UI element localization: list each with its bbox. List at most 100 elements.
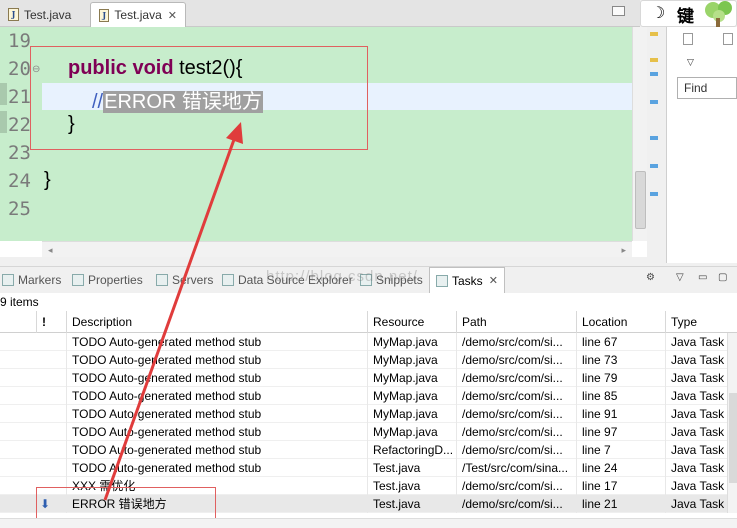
table-row[interactable]: TODO Auto-generated method stub MyMap.jav… [0, 423, 737, 441]
line-number: 25 [8, 198, 31, 220]
cell-location: line 67 [576, 333, 665, 351]
column-header-priority[interactable]: ! [36, 311, 66, 333]
new-task-icon[interactable] [683, 33, 693, 45]
cell-type: Java Task [665, 333, 727, 351]
line-number: 20 [8, 58, 31, 80]
table-row[interactable]: TODO Auto-generated method stub MyMap.jav… [0, 351, 737, 369]
code-line-24: } [44, 169, 51, 192]
table-row[interactable]: TODO Auto-generated method stub MyMap.jav… [0, 405, 737, 423]
plant-decoration-icon [705, 1, 732, 27]
cell-type: Java Task [665, 495, 727, 513]
moon-icon: ☽ [651, 5, 666, 22]
editor-tab-test-java-1[interactable]: J Test.java [0, 2, 88, 27]
cell-resource: MyMap.java [367, 333, 456, 351]
cell-type: Java Task [665, 405, 727, 423]
tab-markers[interactable]: Markers [2, 267, 61, 293]
tab-label: Tasks [452, 273, 483, 288]
editor-tab-test-java-active[interactable]: J Test.java ✕ [90, 2, 186, 27]
table-horizontal-scrollbar[interactable] [0, 518, 737, 528]
overview-ruler-mark[interactable] [650, 58, 658, 62]
cell-resource: MyMap.java [367, 423, 456, 441]
line-number: 21 [8, 86, 31, 108]
annotation-box-code [30, 46, 368, 150]
cell-location: line 79 [576, 369, 665, 387]
cell-path: /Test/src/com/sina... [456, 459, 576, 477]
tab-label: Test.java [114, 8, 162, 22]
database-icon [222, 274, 234, 286]
markers-icon [2, 274, 14, 286]
minimize-icon[interactable]: ▭ [698, 272, 707, 283]
minimize-button[interactable] [612, 6, 625, 16]
cell-resource: MyMap.java [367, 369, 456, 387]
cell-type: Java Task [665, 387, 727, 405]
tasks-icon [436, 274, 448, 287]
table-vertical-scrollbar[interactable] [727, 333, 737, 513]
table-row[interactable]: TODO Auto-generated method stub Refactori… [0, 441, 737, 459]
table-row[interactable]: TODO Auto-generated method stub MyMap.jav… [0, 387, 737, 405]
tab-tasks[interactable]: Tasks ✕ [429, 267, 505, 293]
overview-ruler-mark[interactable] [650, 164, 658, 168]
cell-description: TODO Auto-generated method stub [66, 333, 367, 351]
cell-description: TODO Auto-generated method stub [66, 423, 367, 441]
overview-ruler-mark[interactable] [650, 136, 658, 140]
cell-resource: Test.java [367, 459, 456, 477]
cell-location: line 24 [576, 459, 665, 477]
overview-ruler-mark[interactable] [650, 32, 658, 36]
cell-type: Java Task [665, 351, 727, 369]
cell-type: Java Task [665, 369, 727, 387]
tab-servers[interactable]: Servers [156, 267, 213, 293]
editor-vertical-scrollbar[interactable] [632, 27, 647, 241]
tab-label: Test.java [24, 7, 72, 22]
scrollbar-thumb[interactable] [635, 171, 646, 229]
column-header-location[interactable]: Location [576, 311, 665, 333]
cell-resource: MyMap.java [367, 405, 456, 423]
widget-key-label: 键 [677, 7, 694, 27]
editor-tab-bar: J Test.java J Test.java ✕ [0, 0, 640, 27]
overview-ruler-mark[interactable] [650, 72, 658, 76]
close-icon[interactable]: ✕ [168, 9, 177, 22]
overview-ruler-mark[interactable] [650, 100, 658, 104]
column-header-resource[interactable]: Resource [367, 311, 456, 333]
cell-description: TODO Auto-generated method stub [66, 351, 367, 369]
table-row[interactable]: TODO Auto-generated method stub MyMap.jav… [0, 333, 737, 351]
column-header-path[interactable]: Path [456, 311, 576, 333]
cell-location: line 7 [576, 441, 665, 459]
scroll-left-icon[interactable]: ◂ [48, 245, 53, 256]
table-row[interactable]: TODO Auto-generated method stub Test.java… [0, 459, 737, 477]
annotation-box-task [36, 487, 216, 521]
cell-location: line 85 [576, 387, 665, 405]
find-label: Find [684, 81, 708, 95]
chevron-down-icon[interactable]: ▽ [687, 57, 694, 68]
cell-type: Java Task [665, 423, 727, 441]
close-icon[interactable]: ✕ [489, 274, 498, 287]
cell-path: /demo/src/com/si... [456, 441, 576, 459]
blog-watermark: http://blog.csdn.net/ [266, 268, 418, 285]
cell-description: TODO Auto-generated method stub [66, 387, 367, 405]
view-menu-chevron-icon[interactable]: ▽ [676, 272, 684, 283]
maximize-icon[interactable]: ▢ [718, 272, 727, 283]
column-header-blank[interactable] [0, 311, 36, 333]
overview-ruler-mark[interactable] [650, 192, 658, 196]
line-number: 22 [8, 114, 31, 136]
code-editor[interactable]: 19 20 ⊖ 21 22 23 24 25 public void test2… [0, 27, 647, 257]
editor-horizontal-scrollbar[interactable]: ◂ ▸ [42, 241, 632, 257]
column-header-type[interactable]: Type [665, 311, 737, 333]
tab-properties[interactable]: Properties [72, 267, 143, 293]
cell-resource: MyMap.java [367, 351, 456, 369]
table-row[interactable]: TODO Auto-generated method stub MyMap.jav… [0, 369, 737, 387]
view-menu-icon[interactable] [723, 33, 733, 45]
sync-icon[interactable]: ⚙ [646, 272, 655, 283]
column-header-description[interactable]: Description [66, 311, 367, 333]
cell-description: TODO Auto-generated method stub [66, 369, 367, 387]
cell-description: TODO Auto-generated method stub [66, 459, 367, 477]
scroll-right-icon[interactable]: ▸ [621, 245, 626, 256]
desktop-widget: ☽ 键 [640, 0, 737, 27]
find-field[interactable]: Find [677, 77, 737, 99]
change-marker [0, 83, 7, 105]
scrollbar-thumb[interactable] [729, 393, 737, 483]
line-number: 19 [8, 30, 31, 52]
tab-label: Markers [18, 273, 62, 287]
java-file-icon: J [99, 8, 110, 22]
java-file-icon: J [8, 8, 19, 21]
cell-path: /demo/src/com/si... [456, 495, 576, 513]
